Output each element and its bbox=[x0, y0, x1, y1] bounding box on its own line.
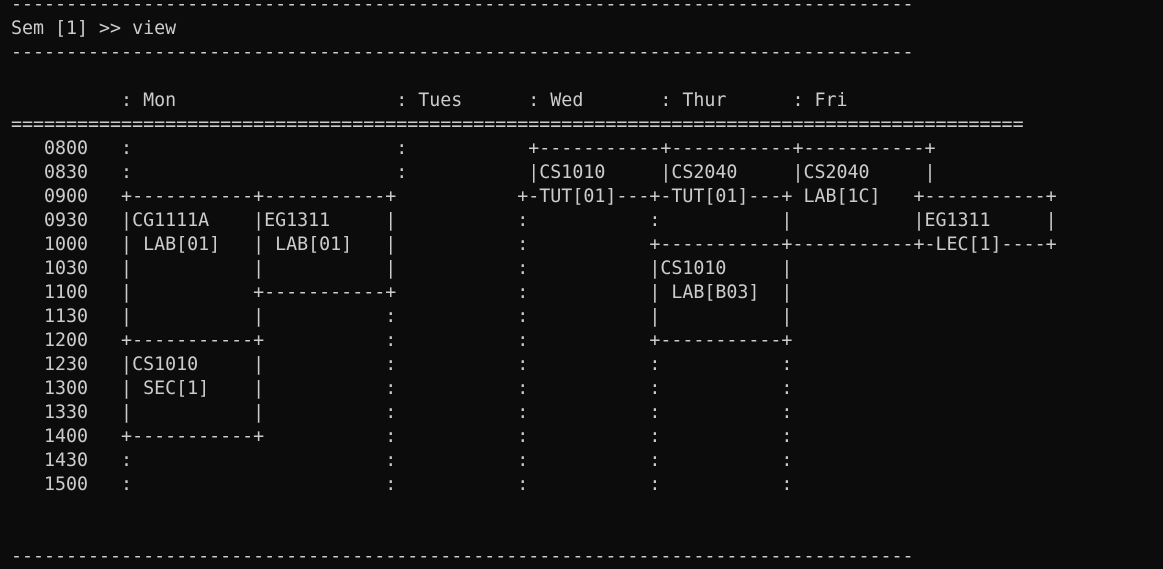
timetable-row-1000: 1000 | LAB[01] | LAB[01] | : +----------… bbox=[11, 234, 1057, 255]
timetable-day-header: : Mon : Tues : Wed : Thur : Fri bbox=[11, 90, 848, 111]
timetable-row-1030: 1030 | | | : |CS1010 | bbox=[11, 258, 793, 279]
timetable-row-1500: 1500 : : : : : bbox=[11, 474, 793, 495]
timetable-row-1430: 1430 : : : : : bbox=[11, 450, 793, 471]
command-prompt-line: Sem [1] >> view bbox=[11, 18, 177, 39]
timetable-row-1130: 1130 | | : : | | bbox=[11, 306, 793, 327]
timetable-header-divider: ========================================… bbox=[11, 114, 1024, 135]
timetable-row-1300: 1300 | SEC[1] | : : : : bbox=[11, 378, 793, 399]
prompt-separator: ----------------------------------------… bbox=[11, 42, 914, 63]
bottom-separator: ----------------------------------------… bbox=[11, 546, 914, 567]
timetable-row-0930: 0930 |CG1111A |EG1311 | : : | |EG1311 | bbox=[11, 210, 1057, 231]
timetable-row-0830: 0830 : : |CS1010 |CS2040 |CS2040 | bbox=[11, 162, 936, 183]
timetable-row-1330: 1330 | | : : : : bbox=[11, 402, 793, 423]
timetable-row-0900: 0900 +-----------+-----------+ +-TUT[01]… bbox=[11, 186, 1057, 207]
timetable-row-1400: 1400 +-----------+ : : : : bbox=[11, 426, 793, 447]
terminal-window[interactable]: ----------------------------------------… bbox=[0, 0, 1163, 567]
terminal-output: ----------------------------------------… bbox=[11, 0, 1057, 569]
timetable-row-0800: 0800 : : +-----------+-----------+------… bbox=[11, 138, 936, 159]
timetable-row-1200: 1200 +-----------+ : : +-----------+ bbox=[11, 330, 793, 351]
timetable-row-1230: 1230 |CS1010 | : : : : bbox=[11, 354, 793, 375]
top-separator: ----------------------------------------… bbox=[11, 0, 914, 15]
timetable-row-1100: 1100 | +-----------+ : | LAB[B03] | bbox=[11, 282, 793, 303]
